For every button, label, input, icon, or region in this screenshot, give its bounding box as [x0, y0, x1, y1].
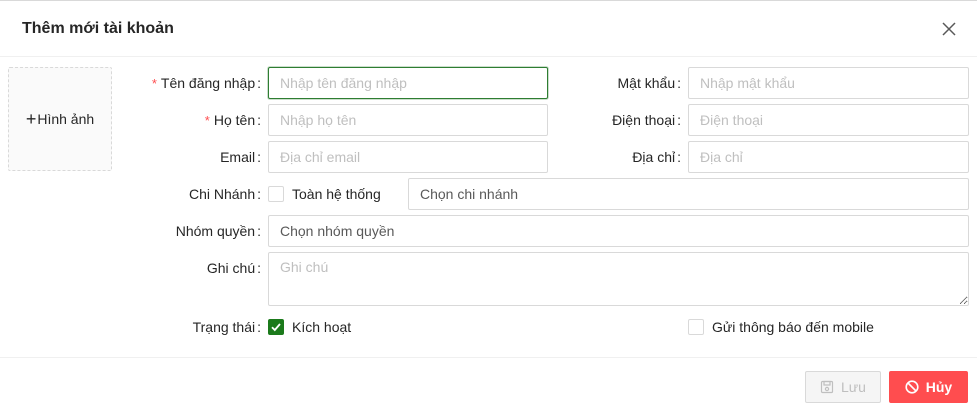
cancel-button[interactable]: Hủy — [889, 371, 968, 403]
save-button[interactable]: Lưu — [805, 371, 881, 403]
phone-input[interactable] — [688, 104, 969, 136]
address-input[interactable] — [688, 141, 969, 173]
modal-title: Thêm mới tài khoản — [22, 20, 174, 37]
email-input[interactable] — [268, 141, 548, 173]
save-icon — [820, 380, 834, 394]
phone-label: Điện thoại: — [612, 112, 681, 128]
all-system-checkbox[interactable] — [268, 186, 284, 202]
branch-label: Chi Nhánh: — [188, 186, 261, 202]
note-textarea[interactable] — [268, 252, 969, 306]
active-label[interactable]: Kích hoạt — [292, 319, 351, 335]
role-group-label: Nhóm quyền: — [175, 223, 261, 239]
check-icon — [271, 323, 281, 332]
notify-mobile-checkbox[interactable] — [688, 319, 704, 335]
username-label: * Tên đăng nhập: — [151, 75, 261, 91]
stop-icon — [905, 380, 919, 394]
active-checkbox[interactable] — [268, 319, 284, 335]
note-label: Ghi chú: — [206, 260, 261, 276]
branch-select[interactable]: Chọn chi nhánh — [408, 178, 969, 210]
close-icon[interactable] — [939, 19, 959, 39]
modal-footer: Lưu Hủy — [0, 357, 977, 407]
all-system-label[interactable]: Toàn hệ thống — [292, 186, 381, 202]
fullname-label: * Họ tên: — [204, 112, 261, 128]
fullname-input[interactable] — [268, 104, 548, 136]
address-label: Địa chỉ: — [632, 149, 681, 165]
save-button-label: Lưu — [841, 379, 866, 395]
email-label: Email: — [220, 149, 261, 165]
role-group-select[interactable]: Chọn nhóm quyền — [268, 215, 969, 247]
image-upload-label: Hình ảnh — [37, 111, 95, 127]
plus-icon: + — [25, 109, 37, 129]
status-label: Trạng thái: — [192, 319, 261, 335]
username-input[interactable] — [268, 67, 548, 99]
add-account-modal: Thêm mới tài khoản + Hình ảnh * Tên đăng … — [0, 0, 977, 407]
password-input[interactable] — [688, 67, 969, 99]
modal-header: Thêm mới tài khoản — [0, 1, 977, 57]
notify-mobile-label[interactable]: Gửi thông báo đến mobile — [712, 319, 874, 335]
cancel-button-label: Hủy — [925, 379, 953, 395]
password-label: Mật khẩu: — [617, 75, 681, 91]
image-upload[interactable]: + Hình ảnh — [8, 67, 112, 171]
